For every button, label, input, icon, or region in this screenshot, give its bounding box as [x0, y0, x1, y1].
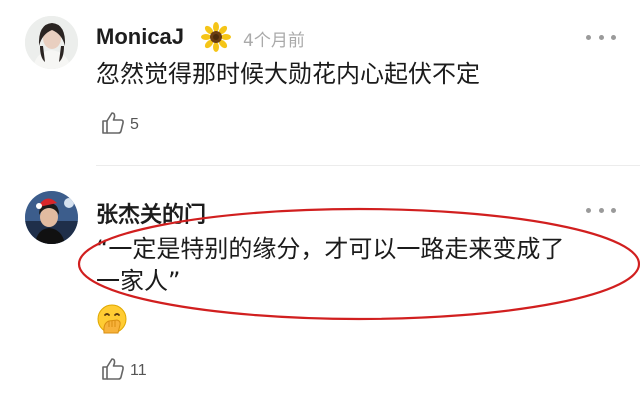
avatar[interactable] — [25, 16, 78, 69]
like-count: 11 — [130, 362, 147, 379]
like-button[interactable]: 11 — [100, 356, 147, 386]
hand-over-mouth-emoji — [96, 303, 128, 335]
username[interactable]: MonicaJ — [96, 24, 184, 50]
avatar[interactable] — [25, 191, 78, 244]
comment-text: “一定是特别的缘分，才可以一路走来变成了 一家人” — [96, 233, 616, 297]
divider — [96, 165, 640, 166]
thumbs-up-icon — [100, 356, 126, 386]
comment-text: 忽然觉得那时候大勋花内心起伏不定 — [96, 60, 480, 88]
username[interactable]: 张杰关的门 — [96, 197, 206, 229]
like-count: 5 — [130, 116, 139, 133]
comment-text-line: “一定是特别的缘分，才可以一路走来变成了 — [96, 235, 565, 263]
more-dots-icon[interactable] — [586, 206, 616, 214]
comment-text-line: 一家人” — [96, 267, 181, 295]
like-button[interactable]: 5 — [100, 110, 139, 140]
comment-item: 张杰关的门 “一定是特别的缘分，才可以一路走来变成了 一家人” 11 — [0, 170, 640, 420]
comment-item: MonicaJ 4个月前 忽然觉得那时候大勋花内心起伏不定 5 — [0, 0, 640, 150]
sunflower-icon — [200, 21, 232, 53]
comment-time: 4个月前 — [243, 31, 305, 51]
thumbs-up-icon — [100, 110, 126, 140]
more-dots-icon[interactable] — [586, 33, 616, 41]
